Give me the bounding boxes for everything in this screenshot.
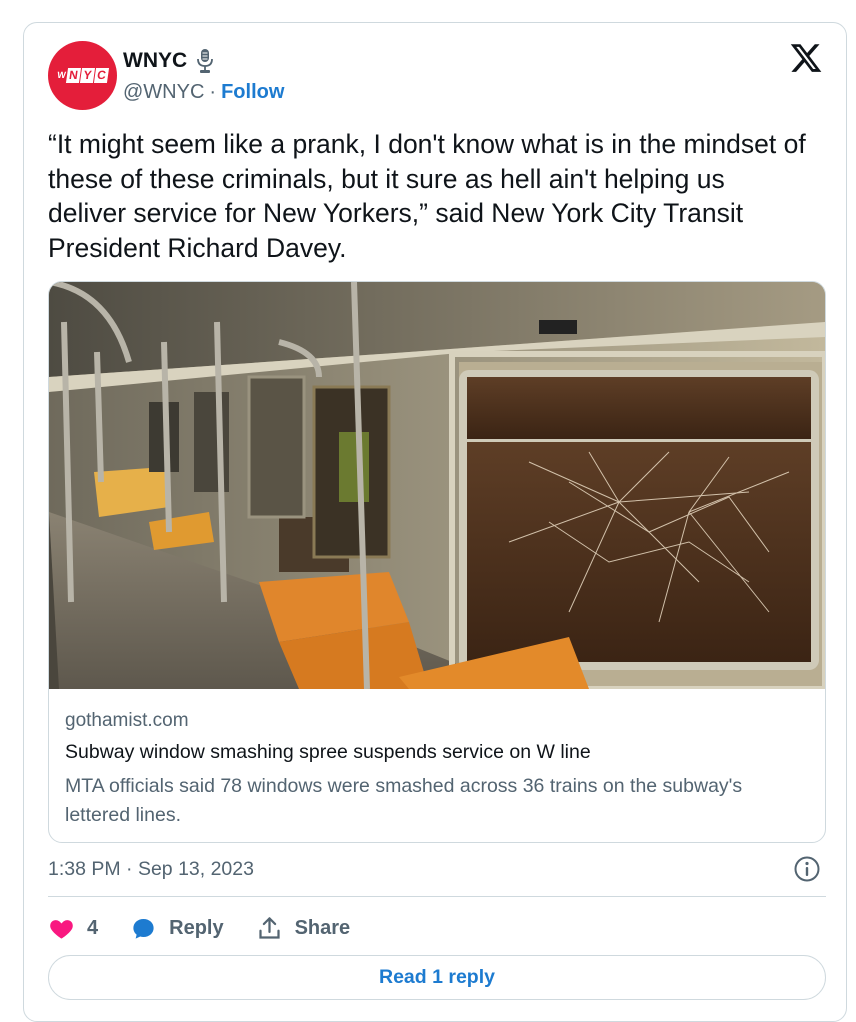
read-replies-button[interactable]: Read 1 reply: [48, 955, 826, 1000]
tweet-text: “It might seem like a prank, I don't kno…: [48, 129, 806, 263]
reply-bubble-icon: [133, 918, 154, 939]
tweet-card: W N Y C WNYC @WNYC · Follow “It might se…: [23, 22, 847, 1022]
like-button[interactable]: 4: [48, 915, 98, 942]
heart-icon: [50, 919, 73, 939]
link-description: MTA officials said 78 windows were smash…: [65, 775, 743, 826]
author-name[interactable]: WNYC: [123, 49, 187, 73]
timestamp[interactable]: 1:38 PM · Sep 13, 2023: [48, 858, 254, 881]
x-logo-icon[interactable]: [789, 41, 823, 75]
avatar[interactable]: W N Y C: [48, 41, 117, 110]
like-count: 4: [87, 916, 99, 939]
divider: [48, 896, 826, 897]
author-handle[interactable]: @WNYC: [123, 81, 204, 104]
separator: ·: [209, 81, 217, 103]
microphone-icon: [197, 49, 214, 73]
subway-car-photo[interactable]: [49, 282, 825, 689]
share-icon: [258, 916, 280, 939]
share-label: Share: [294, 916, 351, 939]
link-preview-card[interactable]: gothamist.com Subway window smashing spr…: [48, 281, 826, 843]
reply-label: Reply: [169, 916, 224, 939]
share-button[interactable]: Share: [256, 915, 351, 942]
wnyc-logo: W N Y C: [56, 68, 110, 83]
reply-button[interactable]: Reply: [130, 915, 224, 942]
link-title: Subway window smashing spree suspends se…: [65, 741, 591, 763]
link-domain: gothamist.com: [65, 710, 189, 731]
action-bar: 4 Reply Share: [48, 911, 382, 945]
author-name-row: WNYC: [123, 48, 215, 74]
follow-button[interactable]: Follow: [221, 81, 284, 104]
author-handle-row: @WNYC · Follow: [123, 81, 284, 104]
info-icon[interactable]: [793, 855, 821, 883]
